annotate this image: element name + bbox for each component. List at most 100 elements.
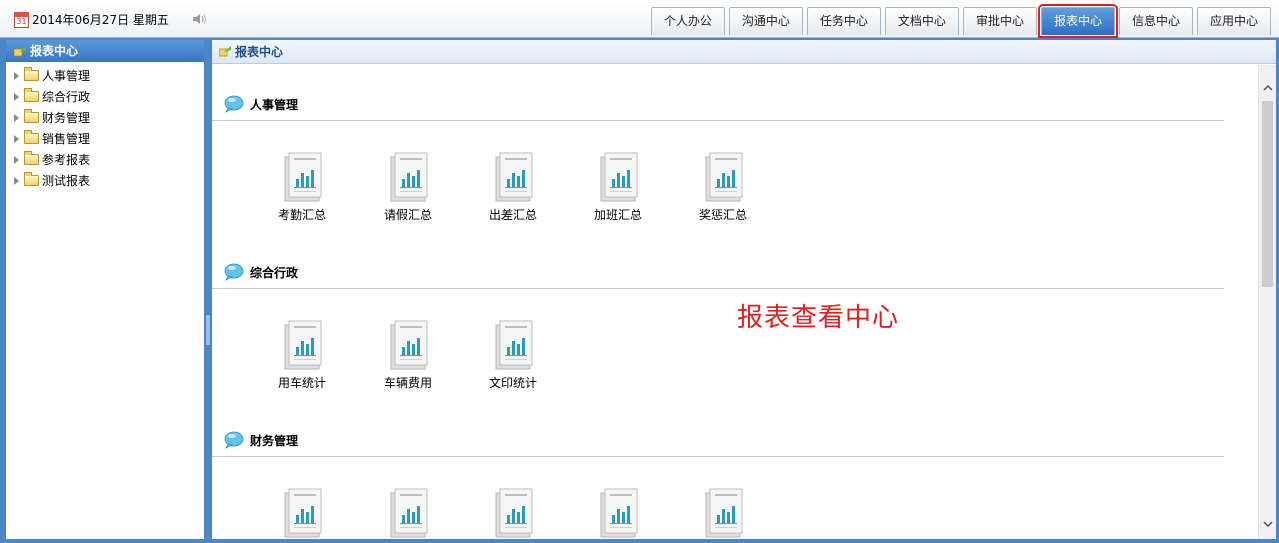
- date-text: 2014年06月27日 星期五: [32, 13, 169, 27]
- section-divider: [212, 456, 1224, 457]
- expand-arrow-icon[interactable]: [14, 92, 19, 101]
- panel-splitter[interactable]: [206, 39, 210, 540]
- report-printing-statistics[interactable]: 文印统计: [473, 319, 553, 391]
- report-label: 加班汇总: [593, 208, 642, 222]
- tab-task-center[interactable]: 任务中心: [806, 7, 881, 35]
- report-center-icon: [14, 45, 26, 56]
- report-finance-1[interactable]: [262, 487, 342, 539]
- chevron-down-icon: [1262, 521, 1273, 528]
- report-doc-icon: [495, 152, 533, 202]
- sidebar-item-test-reports[interactable]: 测试报表: [6, 170, 204, 191]
- chevron-up-icon: [1262, 84, 1273, 91]
- sidebar: 报表中心 人事管理 综合行政 财务管理 销售管理 参考报表 测试报表: [5, 39, 205, 540]
- report-doc-icon: [705, 152, 743, 202]
- report-rewards-penalties-summary[interactable]: 奖惩汇总: [683, 151, 763, 223]
- report-doc-icon: [495, 320, 533, 370]
- sidebar-item-label: 综合行政: [42, 90, 91, 104]
- report-doc-icon: [284, 152, 322, 202]
- sidebar-item-label: 销售管理: [42, 132, 91, 146]
- sidebar-item-finance[interactable]: 财务管理: [6, 107, 204, 128]
- report-overtime-summary[interactable]: 加班汇总: [578, 151, 658, 223]
- sidebar-tree: 人事管理 综合行政 财务管理 销售管理 参考报表 测试报表: [6, 62, 204, 191]
- report-center-icon: [219, 46, 231, 57]
- report-doc-icon: [600, 488, 638, 538]
- folder-icon: [24, 151, 39, 165]
- expand-arrow-icon[interactable]: [14, 71, 19, 80]
- section-title-text: 综合行政: [250, 265, 299, 280]
- tab-approval-center[interactable]: 审批中心: [962, 7, 1037, 35]
- expand-arrow-icon[interactable]: [14, 134, 19, 143]
- folder-icon: [24, 88, 39, 102]
- main-header: 报表中心: [212, 40, 1276, 64]
- expand-arrow-icon[interactable]: [14, 113, 19, 122]
- section-title-text: 财务管理: [250, 433, 299, 448]
- collapse-handle[interactable]: [206, 315, 210, 345]
- report-vehicle-usage[interactable]: 用车统计: [262, 319, 342, 391]
- section-title: 财务管理: [224, 431, 298, 449]
- report-finance-4[interactable]: [578, 487, 658, 539]
- report-viewer-watermark: 报表查看中心: [737, 303, 900, 333]
- report-content: 人事管理 考勤汇总 请假汇总 出差汇总 加班汇总 奖惩汇总 综合行政 用车统计 …: [212, 65, 1258, 539]
- main-panel: 报表中心 人事管理 考勤汇总 请假汇总 出差汇总 加班汇总 奖惩汇总 综合行政 …: [211, 39, 1277, 540]
- calendar-icon: 31: [14, 11, 29, 28]
- sidebar-item-sales[interactable]: 销售管理: [6, 128, 204, 149]
- report-finance-5[interactable]: [683, 487, 763, 539]
- folder-icon: [24, 109, 39, 123]
- sidebar-item-administration[interactable]: 综合行政: [6, 86, 204, 107]
- report-label: 出差汇总: [488, 208, 537, 222]
- speech-bubble-icon: [224, 263, 244, 281]
- sidebar-header: 报表中心: [6, 40, 204, 62]
- scroll-thumb[interactable]: [1262, 101, 1273, 287]
- tab-application-center[interactable]: 应用中心: [1196, 7, 1271, 35]
- report-doc-icon: [390, 320, 428, 370]
- folder-icon: [24, 172, 39, 186]
- report-label: 文印统计: [488, 376, 537, 390]
- report-finance-2[interactable]: [368, 487, 448, 539]
- folder-icon: [24, 67, 39, 81]
- report-doc-icon: [705, 488, 743, 538]
- tab-report-center[interactable]: 报表中心: [1037, 4, 1118, 38]
- expand-arrow-icon[interactable]: [14, 155, 19, 164]
- sidebar-item-label: 测试报表: [42, 174, 91, 188]
- section-title: 人事管理: [224, 95, 298, 113]
- speech-bubble-icon: [224, 431, 244, 449]
- sidebar-item-reference-reports[interactable]: 参考报表: [6, 149, 204, 170]
- scroll-up-button[interactable]: [1259, 79, 1276, 96]
- folder-icon: [24, 130, 39, 144]
- sidebar-item-personnel[interactable]: 人事管理: [6, 65, 204, 86]
- report-finance-3[interactable]: [473, 487, 553, 539]
- report-label: 请假汇总: [383, 208, 432, 222]
- date-display: 31 2014年06月27日 星期五: [14, 11, 169, 28]
- report-leave-summary[interactable]: 请假汇总: [368, 151, 448, 223]
- report-vehicle-expenses[interactable]: 车辆费用: [368, 319, 448, 391]
- report-doc-icon: [390, 152, 428, 202]
- top-bar: 31 2014年06月27日 星期五 个人办公 沟通中心 任务中心 文档中心 审…: [0, 0, 1279, 38]
- sidebar-title: 报表中心: [30, 44, 79, 58]
- tab-personal-office[interactable]: 个人办公: [650, 7, 725, 35]
- tab-communication-center[interactable]: 沟通中心: [728, 7, 803, 35]
- speaker-icon[interactable]: [192, 13, 208, 25]
- report-doc-icon: [284, 488, 322, 538]
- vertical-scrollbar[interactable]: [1258, 65, 1276, 539]
- report-label: 车辆费用: [383, 376, 432, 390]
- report-label: 奖惩汇总: [698, 208, 747, 222]
- section-title-text: 人事管理: [250, 97, 299, 112]
- report-doc-icon: [390, 488, 428, 538]
- sidebar-item-label: 财务管理: [42, 111, 91, 125]
- report-doc-icon: [495, 488, 533, 538]
- tab-information-center[interactable]: 信息中心: [1118, 7, 1193, 35]
- tab-document-center[interactable]: 文档中心: [884, 7, 959, 35]
- sidebar-item-label: 人事管理: [42, 69, 91, 83]
- main-title: 报表中心: [235, 44, 284, 59]
- scroll-down-button[interactable]: [1259, 516, 1276, 533]
- section-divider: [212, 120, 1224, 121]
- report-label: 用车统计: [277, 376, 326, 390]
- section-divider: [212, 288, 1224, 289]
- report-attendance-summary[interactable]: 考勤汇总: [262, 151, 342, 223]
- speech-bubble-icon: [224, 95, 244, 113]
- report-business-trip-summary[interactable]: 出差汇总: [473, 151, 553, 223]
- report-doc-icon: [600, 152, 638, 202]
- report-label: 考勤汇总: [277, 208, 326, 222]
- expand-arrow-icon[interactable]: [14, 176, 19, 185]
- sidebar-item-label: 参考报表: [42, 153, 91, 167]
